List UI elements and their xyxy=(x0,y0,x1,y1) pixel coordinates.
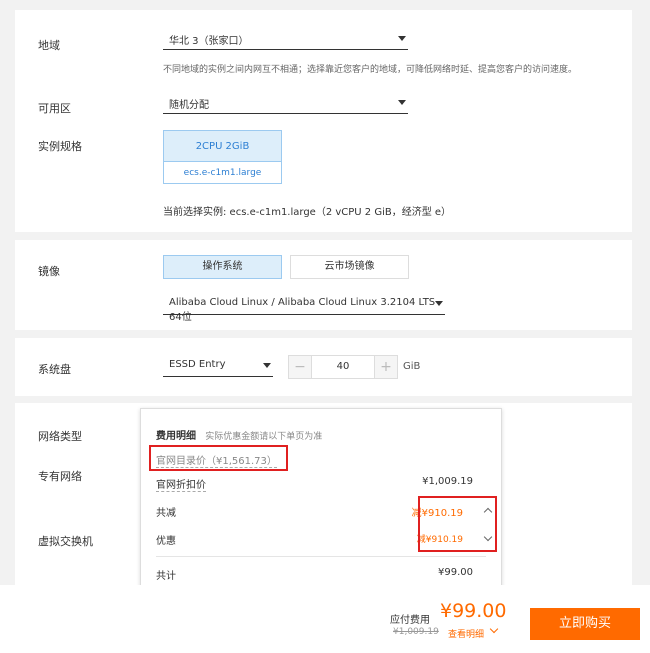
region-select[interactable]: 华北 3（张家口） xyxy=(163,28,408,50)
disk-unit: GiB xyxy=(403,361,421,372)
spec-option[interactable]: 2CPU 2GiB ecs.e-c1m1.large xyxy=(163,130,282,184)
image-label: 镜像 xyxy=(38,265,60,278)
chevron-down-icon xyxy=(398,100,406,105)
disk-size-value[interactable]: 40 xyxy=(311,356,375,378)
spec-cpu-mem: 2CPU 2GiB xyxy=(164,131,281,162)
fee-note: 实际优惠金额请以下单页为准 xyxy=(205,432,323,442)
fee-title: 费用明细 xyxy=(156,431,196,442)
buy-now-button[interactable]: 立即购买 xyxy=(530,608,640,640)
total-reduce-label: 共减 xyxy=(156,508,176,519)
network-type-label: 网络类型 xyxy=(38,430,82,443)
original-price: ¥1,009.19 xyxy=(393,627,439,637)
region-label: 地域 xyxy=(38,39,60,52)
payable-price: ¥99.00 xyxy=(440,600,507,622)
discount-label: 官网折扣价 xyxy=(156,480,206,492)
image-select[interactable]: Alibaba Cloud Linux / Alibaba Cloud Linu… xyxy=(163,293,445,323)
zone-label: 可用区 xyxy=(38,102,71,115)
promo-label: 优惠 xyxy=(156,536,176,547)
tab-os-image[interactable]: 操作系统 xyxy=(163,255,282,279)
spec-current: 当前选择实例: ecs.e-c1m1.large（2 vCPU 2 GiB，经济… xyxy=(163,207,452,218)
zone-value: 随机分配 xyxy=(169,100,209,111)
image-value: Alibaba Cloud Linux / Alibaba Cloud Linu… xyxy=(169,297,436,323)
disk-size-stepper: − 40 + xyxy=(288,355,398,379)
disk-label: 系统盘 xyxy=(38,363,71,376)
spec-label: 实例规格 xyxy=(38,140,82,153)
sum-label: 共计 xyxy=(156,571,176,582)
spec-type: ecs.e-c1m1.large xyxy=(183,168,262,178)
highlight-box-list-price xyxy=(149,445,288,471)
chevron-down-icon xyxy=(435,301,443,306)
config-card-basic: 地域 华北 3（张家口） 不同地域的实例之间内网互不相通；选择靠近您客户的地域，… xyxy=(15,10,632,232)
divider xyxy=(156,556,486,557)
highlight-box-reductions xyxy=(418,496,497,552)
tab-market-image[interactable]: 云市场镜像 xyxy=(290,255,409,279)
config-card-image: 镜像 操作系统 云市场镜像 Alibaba Cloud Linux / Alib… xyxy=(15,240,632,330)
zone-select[interactable]: 随机分配 xyxy=(163,92,408,114)
chevron-down-icon xyxy=(398,36,406,41)
region-value: 华北 3（张家口） xyxy=(169,36,249,47)
decrement-button[interactable]: − xyxy=(289,356,311,378)
discount-value: ¥1,009.19 xyxy=(422,476,473,487)
vswitch-label: 虚拟交换机 xyxy=(38,535,93,548)
disk-type-select[interactable]: ESSD Entry xyxy=(163,355,273,377)
disk-type-value: ESSD Entry xyxy=(169,359,226,370)
increment-button[interactable]: + xyxy=(375,356,397,378)
vpc-label: 专有网络 xyxy=(38,470,82,483)
sum-row: 共计 ¥99.00 xyxy=(156,567,473,582)
payable-label: 应付费用 xyxy=(390,615,430,626)
sum-value: ¥99.00 xyxy=(438,567,473,578)
chevron-down-icon xyxy=(263,363,271,368)
fee-detail-popover: 费用明细 实际优惠金额请以下单页为准 官网目录价（¥1,561.73） 官网折扣… xyxy=(140,408,502,594)
fee-header: 费用明细 实际优惠金额请以下单页为准 xyxy=(156,427,473,442)
config-card-disk: 系统盘 ESSD Entry − 40 + GiB xyxy=(15,338,632,396)
discount-row: 官网折扣价 ¥1,009.19 xyxy=(156,476,473,492)
region-hint: 不同地域的实例之间内网互不相通；选择靠近您客户的地域，可降低网络时延、提高您客户… xyxy=(163,65,578,75)
view-details-link[interactable]: 查看明细 xyxy=(448,627,484,640)
